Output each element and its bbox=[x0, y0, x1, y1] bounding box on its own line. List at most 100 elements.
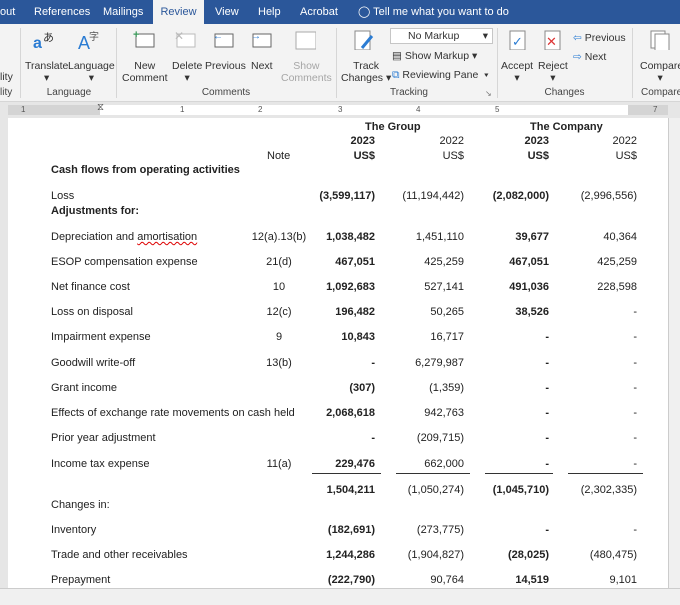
group-accessibility-label: lity bbox=[0, 87, 13, 98]
row-label: Grant income bbox=[51, 382, 118, 394]
tab-layout[interactable]: out bbox=[0, 0, 20, 24]
cell-value: - bbox=[633, 382, 637, 394]
cell-value: - bbox=[633, 458, 637, 470]
cell-value: 1,451,110 bbox=[415, 231, 464, 243]
markup-select[interactable]: No Markup ▾ bbox=[390, 28, 493, 44]
subtotal-rule bbox=[396, 473, 470, 474]
subtotal-rule bbox=[485, 473, 553, 474]
cell-value: 50,265 bbox=[430, 306, 464, 318]
tab-references[interactable]: References bbox=[34, 0, 90, 24]
show-markup-button[interactable]: ▤ Show Markup ▾ bbox=[392, 50, 477, 62]
tab-mailings[interactable]: Mailings bbox=[103, 0, 143, 24]
cell-value: (11,194,442) bbox=[402, 190, 464, 202]
row-label: Goodwill write-off bbox=[51, 357, 136, 369]
new-comment-icon: + bbox=[133, 30, 155, 48]
tab-review[interactable]: Review bbox=[153, 0, 204, 24]
cell-value: - bbox=[371, 432, 375, 444]
cell-value: (273,775) bbox=[416, 524, 464, 536]
year-header: 2022 bbox=[612, 135, 637, 147]
accept-icon: ✓ bbox=[509, 30, 526, 50]
cell-value: (1,359) bbox=[429, 382, 464, 394]
cell-value: (3,599,117) bbox=[319, 190, 375, 202]
cell-value: (480,475) bbox=[589, 549, 637, 561]
track-changes-button[interactable]: Track Changes ▾ bbox=[341, 60, 391, 84]
reject-icon: ✕ bbox=[544, 30, 561, 50]
reject-button[interactable]: Reject ▾ bbox=[538, 60, 568, 84]
delete-comment-icon: ✕ bbox=[174, 30, 196, 48]
status-bar bbox=[0, 588, 680, 605]
cell-value: - bbox=[545, 331, 549, 343]
subtotal-rule bbox=[312, 473, 381, 474]
cell-value: 662,000 bbox=[424, 458, 464, 470]
row-label: Prior year adjustment bbox=[51, 432, 156, 444]
row-label: Changes in: bbox=[51, 499, 110, 511]
compare-button[interactable]: Compare ▾ bbox=[640, 60, 680, 84]
previous-change-button[interactable]: ⇦ Previous bbox=[573, 32, 626, 44]
translate-button[interactable]: Translate ▾ bbox=[25, 60, 68, 84]
cell-value: 228,598 bbox=[597, 281, 637, 293]
cell-value: 6,279,987 bbox=[415, 357, 464, 369]
new-comment-button[interactable]: New Comment bbox=[122, 60, 168, 84]
tracking-options-launcher[interactable]: ↘ bbox=[485, 88, 492, 100]
row-label: Impairment expense bbox=[51, 331, 151, 343]
compare-icon bbox=[650, 30, 670, 50]
reviewing-pane-button[interactable]: ⧉ Reviewing Pane ▾ bbox=[392, 69, 489, 81]
currency-header: US$ bbox=[615, 150, 637, 162]
subtotal-rule bbox=[568, 473, 643, 474]
row-label: Depreciation and amortisation bbox=[51, 231, 198, 243]
cell-value: (182,691) bbox=[327, 524, 375, 536]
svg-text:あ: あ bbox=[43, 31, 54, 44]
tab-view[interactable]: View bbox=[215, 0, 239, 24]
indent-marker[interactable]: ⧖ bbox=[97, 102, 104, 113]
cell-value: - bbox=[545, 524, 549, 536]
row-note: 21(d) bbox=[266, 256, 292, 268]
delete-comment-button[interactable]: Delete ▾ bbox=[172, 60, 202, 84]
currency-header: US$ bbox=[353, 150, 375, 162]
cell-value: 425,259 bbox=[424, 256, 464, 268]
vertical-scrollbar[interactable] bbox=[668, 118, 680, 588]
language-icon: A字 bbox=[78, 30, 99, 50]
show-comments-icon bbox=[295, 31, 316, 50]
cell-value: 2,068,618 bbox=[326, 407, 375, 419]
previous-comment-button[interactable]: Previous bbox=[205, 60, 246, 72]
next-comment-button[interactable]: Next bbox=[251, 60, 273, 72]
accessibility-partial[interactable]: lity bbox=[0, 71, 14, 83]
group-compare-label: Compare bbox=[641, 87, 680, 98]
cell-value: (1,904,827) bbox=[407, 549, 464, 561]
cell-value: 467,051 bbox=[335, 256, 375, 268]
document-page[interactable]: The Group The Company Note 2023 US$ 2022 US… bbox=[8, 118, 668, 588]
cell-value: - bbox=[545, 432, 549, 444]
next-comment-icon: → bbox=[251, 31, 272, 48]
accept-button[interactable]: Accept ▾ bbox=[501, 60, 533, 84]
row-label: Net finance cost bbox=[51, 281, 130, 293]
svg-text:a: a bbox=[33, 35, 42, 50]
group-language-label: Language bbox=[46, 87, 92, 98]
cell-value: (1,045,710) bbox=[492, 484, 549, 496]
cell-value: - bbox=[545, 357, 549, 369]
next-change-button[interactable]: ⇨ Next bbox=[573, 51, 606, 63]
cell-value: - bbox=[545, 407, 549, 419]
language-button[interactable]: Language ▾ bbox=[68, 60, 115, 84]
svg-text:✕: ✕ bbox=[174, 30, 184, 43]
group-tracking-label: Tracking bbox=[390, 87, 428, 98]
ribbon-tabs: out References Mailings Review View Help… bbox=[0, 0, 680, 24]
group-changes-label: Changes bbox=[544, 87, 585, 98]
cell-value: 491,036 bbox=[509, 281, 549, 293]
svg-text:→: → bbox=[251, 31, 261, 42]
cell-value: 196,482 bbox=[335, 306, 375, 318]
tell-me-search[interactable]: ◯ Tell me what you want to do bbox=[358, 0, 509, 24]
translate-icon: aあ bbox=[33, 31, 54, 50]
show-comments-button[interactable]: Show Comments bbox=[281, 60, 332, 84]
year-header: 2022 bbox=[439, 135, 464, 147]
horizontal-ruler[interactable]: 1 1 2 3 4 5 7 ⧖ bbox=[0, 102, 680, 118]
currency-header: US$ bbox=[527, 150, 549, 162]
cell-value: 1,092,683 bbox=[326, 281, 375, 293]
cell-value: - bbox=[633, 306, 637, 318]
previous-comment-icon: ← bbox=[213, 31, 234, 48]
row-label: Prepayment bbox=[51, 574, 111, 586]
cell-value: - bbox=[633, 407, 637, 419]
group-comments-label: Comments bbox=[201, 87, 251, 98]
cell-value: (28,025) bbox=[508, 549, 549, 561]
tab-help[interactable]: Help bbox=[258, 0, 281, 24]
tab-acrobat[interactable]: Acrobat bbox=[300, 0, 338, 24]
